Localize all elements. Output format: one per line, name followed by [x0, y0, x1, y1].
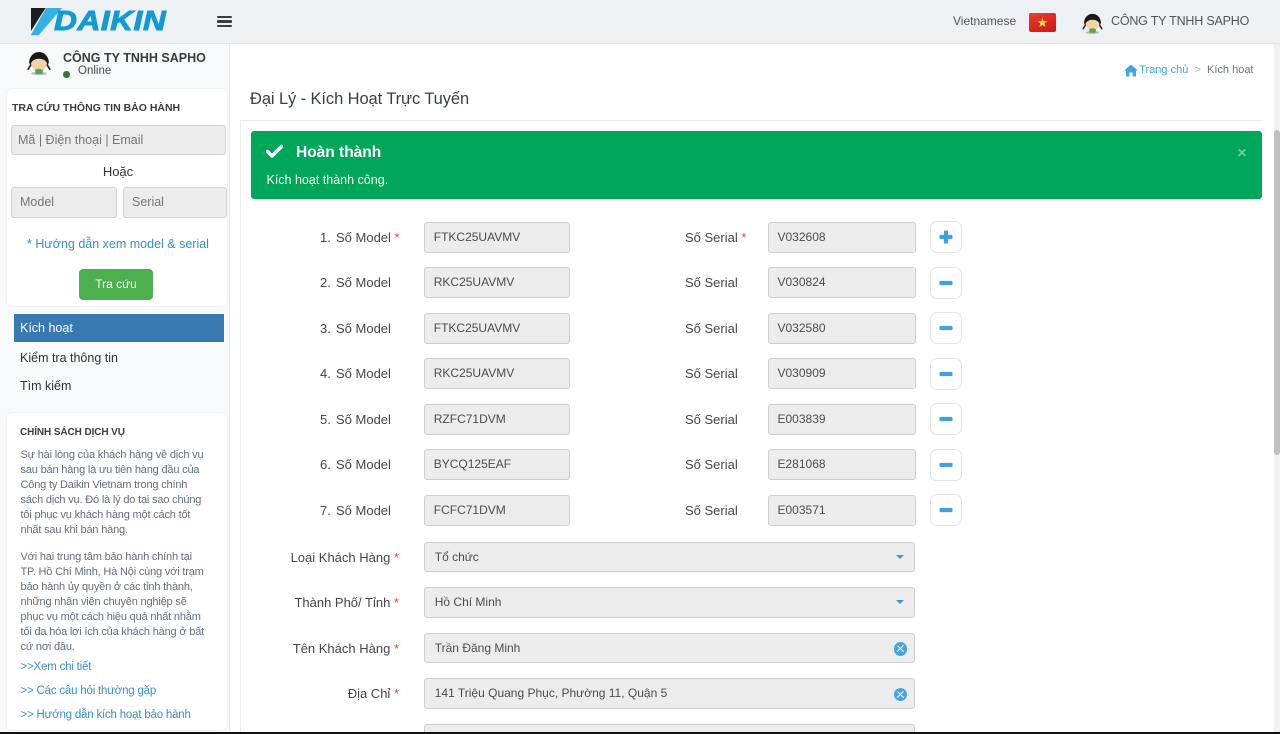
svg-text:DAIKIN: DAIKIN [54, 6, 166, 37]
